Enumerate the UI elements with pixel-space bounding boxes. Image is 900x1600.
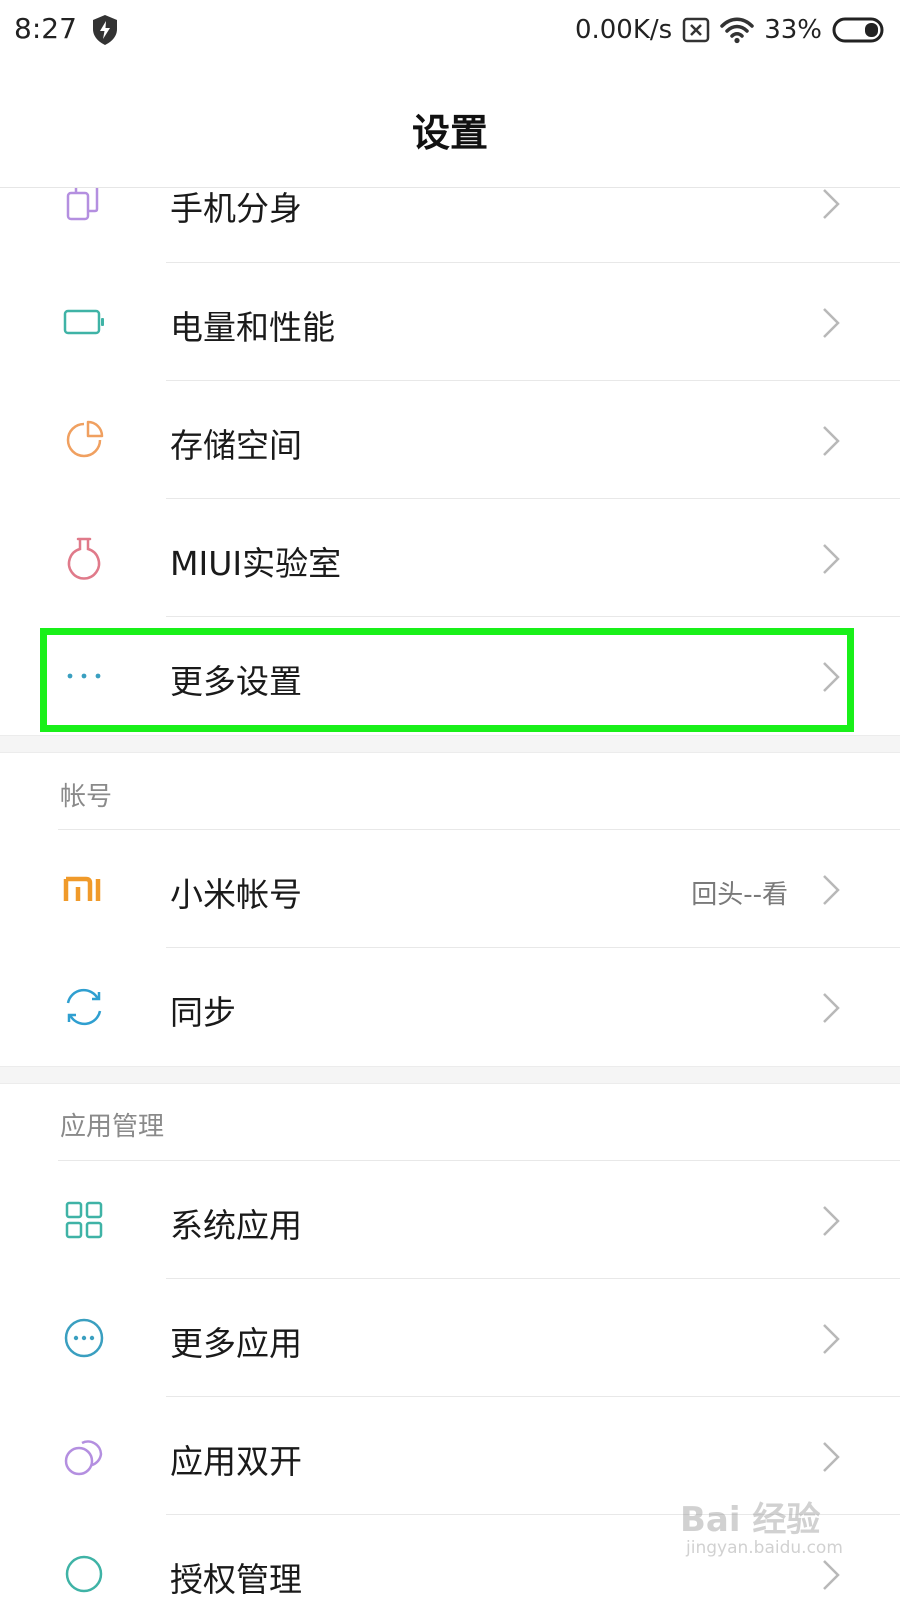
settings-item-label: MIUI实验室: [170, 544, 342, 583]
flask-icon: [62, 536, 106, 580]
chevron-right-icon: [820, 990, 842, 1026]
settings-item-mi-account[interactable]: 小米帐号 回头--看: [0, 830, 900, 948]
status-time: 8:27: [14, 12, 77, 45]
settings-item-sync[interactable]: 同步: [0, 948, 900, 1066]
status-indicators: 0.00K/s 33%: [575, 12, 886, 48]
shield-bolt-icon: [92, 14, 118, 46]
wifi-icon: [720, 16, 754, 44]
chevron-right-icon: [820, 1439, 842, 1475]
section-gap: [0, 1066, 900, 1084]
battery-percent: 33%: [764, 15, 822, 45]
network-speed: 0.00K/s: [574, 15, 673, 45]
header: 设置: [0, 64, 900, 188]
section-header-account: 帐号: [60, 782, 113, 812]
settings-item-label: 应用双开: [170, 1442, 302, 1481]
settings-item-label: 系统应用: [170, 1206, 302, 1245]
chevron-right-icon: [820, 659, 842, 695]
settings-item-more-apps[interactable]: 更多应用: [0, 1279, 900, 1397]
settings-item-label: 同步: [170, 993, 236, 1032]
sync-icon: [62, 985, 106, 1029]
pie-chart-icon: [62, 418, 106, 462]
page-title: 设置: [411, 111, 488, 155]
settings-item-more-settings[interactable]: 更多设置: [0, 617, 900, 735]
settings-item-system-apps[interactable]: 系统应用: [0, 1161, 900, 1279]
chevron-right-icon: [820, 423, 842, 459]
settings-item-label: 电量和性能: [170, 308, 335, 347]
watermark: Bai 经验 jingyan.baidu.com: [680, 1492, 850, 1572]
chevron-right-icon: [820, 541, 842, 577]
watermark-brand: Bai 经验: [680, 1500, 821, 1540]
settings-item-label: 更多应用: [170, 1324, 302, 1363]
no-sim-icon: [682, 17, 710, 43]
chevron-right-icon: [820, 1203, 842, 1239]
battery-icon: [62, 300, 106, 344]
account-username: 回头--看: [691, 880, 788, 910]
chevron-right-icon: [820, 872, 842, 908]
settings-item-storage[interactable]: 存储空间: [0, 381, 900, 499]
settings-item-label: 更多设置: [170, 662, 302, 701]
settings-item-dual-apps[interactable]: 手机分身: [0, 188, 900, 262]
section-header-app-management: 应用管理: [60, 1112, 165, 1142]
settings-item-label: 小米帐号: [170, 875, 302, 914]
more-circle-icon: [62, 1316, 106, 1360]
mi-logo-icon: [62, 867, 106, 911]
dual-circles-icon: [62, 1434, 106, 1478]
dual-phone-icon: [62, 188, 106, 225]
battery-status-icon: [832, 16, 886, 44]
settings-item-label: 授权管理: [170, 1560, 302, 1599]
more-dots-icon: [62, 654, 106, 698]
chevron-right-icon: [820, 1321, 842, 1357]
chevron-right-icon: [820, 188, 842, 222]
settings-item-label: 存储空间: [170, 426, 302, 465]
settings-item-battery[interactable]: 电量和性能: [0, 263, 900, 381]
section-gap: [0, 735, 900, 753]
grid-apps-icon: [62, 1198, 106, 1242]
chevron-right-icon: [820, 305, 842, 341]
status-bar: 8:27 0.00K/s 33%: [0, 0, 900, 64]
permission-icon: [62, 1552, 106, 1596]
settings-list[interactable]: 手机分身 电量和性能 存储空间 MIUI实验室 更多设置 帐号 小米帐号 回头-…: [0, 188, 900, 1600]
settings-item-label: 手机分身: [170, 189, 302, 228]
watermark-url: jingyan.baidu.com: [686, 1538, 843, 1558]
settings-item-miui-lab[interactable]: MIUI实验室: [0, 499, 900, 617]
